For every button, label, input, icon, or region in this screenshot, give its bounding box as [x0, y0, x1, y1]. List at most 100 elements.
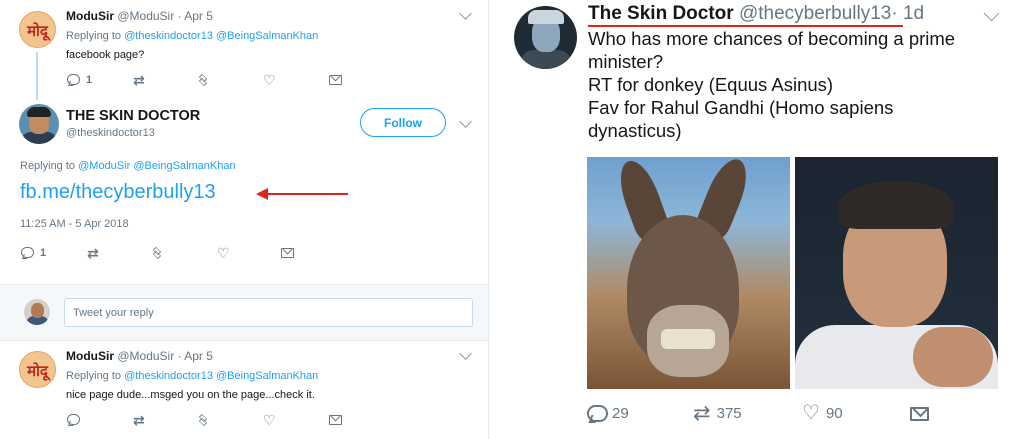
tweet-text-line: Fav for Rahul Gandhi (Homo sapiens: [588, 97, 894, 118]
tweet3-replying-to: Replying to @theskindoctor13 @BeingSalma…: [66, 370, 318, 382]
separator-dot: ·: [891, 3, 898, 24]
reply-icon: [21, 247, 34, 259]
avatar-hair: [27, 107, 51, 117]
thecyberbully-avatar[interactable]: [514, 6, 577, 69]
right-tweet-author-name[interactable]: The Skin Doctor: [588, 3, 734, 24]
heart-icon: ♡: [217, 245, 230, 261]
share-layers-action[interactable]: [151, 246, 217, 260]
tweet1-replying-to: Replying to @theskindoctor13 @BeingSalma…: [66, 30, 318, 42]
avatar-glyph: मोदू: [27, 362, 48, 380]
mail-icon: [329, 415, 342, 425]
reply-action[interactable]: 1: [67, 74, 133, 86]
avatar-glyph: मोदू: [27, 22, 48, 40]
heart-icon: ♡: [263, 72, 276, 88]
like-action[interactable]: ♡: [263, 412, 329, 428]
main-tweet-author-name[interactable]: THE SKIN DOCTOR: [66, 108, 200, 124]
avatar-armor: [520, 50, 572, 69]
mention-link[interactable]: @BeingSalmanKhan: [133, 160, 235, 172]
avatar-crown: [528, 10, 564, 24]
donkey-photo[interactable]: [587, 157, 790, 389]
mention-link[interactable]: @theskindoctor13: [124, 370, 213, 382]
chevron-down-icon[interactable]: [459, 115, 472, 128]
facebook-link[interactable]: fb.me/thecyberbully13: [20, 181, 216, 204]
like-action[interactable]: ♡: [263, 72, 329, 88]
mention-link[interactable]: @BeingSalmanKhan: [216, 30, 318, 42]
politician-photo[interactable]: [795, 157, 998, 389]
tweet-text-line: RT for donkey (Equus Asinus): [588, 74, 834, 95]
reply-count: 1: [40, 247, 47, 259]
tweet-text-line: Who has more chances of becoming a prime: [588, 28, 956, 49]
modusir-avatar[interactable]: मोदू: [19, 11, 56, 48]
retweet-icon: ⇄: [133, 72, 145, 88]
reply-action[interactable]: [67, 414, 133, 426]
tweet-text-line: dynasticus): [588, 120, 682, 141]
divider: [0, 284, 488, 285]
share-layers-action[interactable]: [197, 73, 263, 87]
main-tweet-author-handle[interactable]: @theskindoctor13: [66, 127, 155, 139]
donkey-teeth: [661, 329, 715, 349]
like-count: 90: [825, 405, 843, 422]
mention-link[interactable]: @ModuSir: [78, 160, 130, 172]
tweet3-header: ModuSir @ModuSir · Apr 5: [66, 349, 213, 363]
replying-prefix: Replying to: [66, 370, 122, 382]
follow-button[interactable]: Follow: [360, 108, 446, 137]
tweet1-author-name[interactable]: ModuSir: [66, 9, 114, 23]
like-action[interactable]: ♡: [217, 245, 281, 261]
photo-hair: [839, 181, 953, 229]
reply-action[interactable]: 1: [21, 247, 87, 259]
separator-dot: ·: [177, 349, 182, 363]
right-tweet-actions: 29 ⇄ 375 ♡ 90: [587, 402, 929, 425]
retweet-action[interactable]: ⇄: [87, 245, 151, 261]
tweet3-author-name[interactable]: ModuSir: [66, 349, 114, 363]
layers-icon: [197, 413, 209, 427]
right-tweet-author-handle[interactable]: @thecyberbully13: [739, 3, 891, 24]
current-user-avatar[interactable]: [24, 299, 50, 325]
replying-prefix: Replying to: [66, 30, 122, 42]
reply-count: 29: [612, 405, 629, 422]
separator-dot: ·: [177, 9, 182, 23]
heart-icon: ♡: [802, 402, 820, 424]
tweet1-author-handle[interactable]: @ModuSir: [117, 9, 174, 23]
skindoctor-avatar[interactable]: [19, 104, 59, 144]
direct-message-action[interactable]: [910, 406, 929, 421]
modusir-avatar[interactable]: मोदू: [19, 351, 56, 388]
chevron-down-icon[interactable]: [459, 7, 472, 20]
retweet-action[interactable]: ⇄: [133, 72, 197, 88]
layers-icon: [197, 73, 209, 87]
reply-action[interactable]: 29: [587, 405, 693, 422]
retweet-action[interactable]: ⇄: [133, 413, 197, 427]
left-conversation-panel: मोदू ModuSir @ModuSir · Apr 5 Replying t…: [0, 0, 488, 439]
reply-count: 1: [86, 74, 93, 86]
share-layers-action[interactable]: [197, 413, 263, 427]
direct-message-action[interactable]: [329, 415, 342, 425]
heart-icon: ♡: [263, 412, 276, 428]
tweet-reply-input[interactable]: [64, 298, 473, 327]
mail-icon: [910, 406, 929, 421]
retweet-action[interactable]: ⇄ 375: [693, 402, 802, 425]
retweet-count: 375: [716, 405, 742, 422]
divider: [0, 340, 488, 341]
mention-link[interactable]: @theskindoctor13: [124, 30, 213, 42]
mail-icon: [329, 75, 342, 85]
reply-icon: [67, 414, 80, 426]
like-action[interactable]: ♡ 90: [802, 402, 910, 424]
tweet-text-line: minister?: [588, 51, 664, 72]
tweet3-author-handle[interactable]: @ModuSir: [117, 349, 174, 363]
direct-message-action[interactable]: [329, 75, 342, 85]
right-tweet-time[interactable]: 1d: [903, 3, 924, 24]
tweet1-text: facebook page?: [66, 49, 145, 61]
replying-prefix: Replying to: [20, 160, 76, 172]
layers-icon: [151, 246, 163, 260]
retweet-icon: ⇄: [693, 402, 711, 425]
main-tweet-replying-to: Replying to @ModuSir @BeingSalmanKhan: [20, 160, 236, 172]
mention-link[interactable]: @BeingSalmanKhan: [216, 370, 318, 382]
retweet-icon: ⇄: [87, 245, 99, 261]
tweet3-time[interactable]: Apr 5: [184, 349, 213, 363]
red-arrow-line: [266, 193, 348, 195]
main-tweet-timestamp[interactable]: 11:25 AM - 5 Apr 2018: [20, 218, 129, 230]
tweet1-time[interactable]: Apr 5: [184, 9, 213, 23]
chevron-down-icon[interactable]: [459, 347, 472, 360]
reply-icon: [67, 74, 80, 86]
photo-hands: [913, 327, 993, 387]
direct-message-action[interactable]: [281, 248, 294, 258]
